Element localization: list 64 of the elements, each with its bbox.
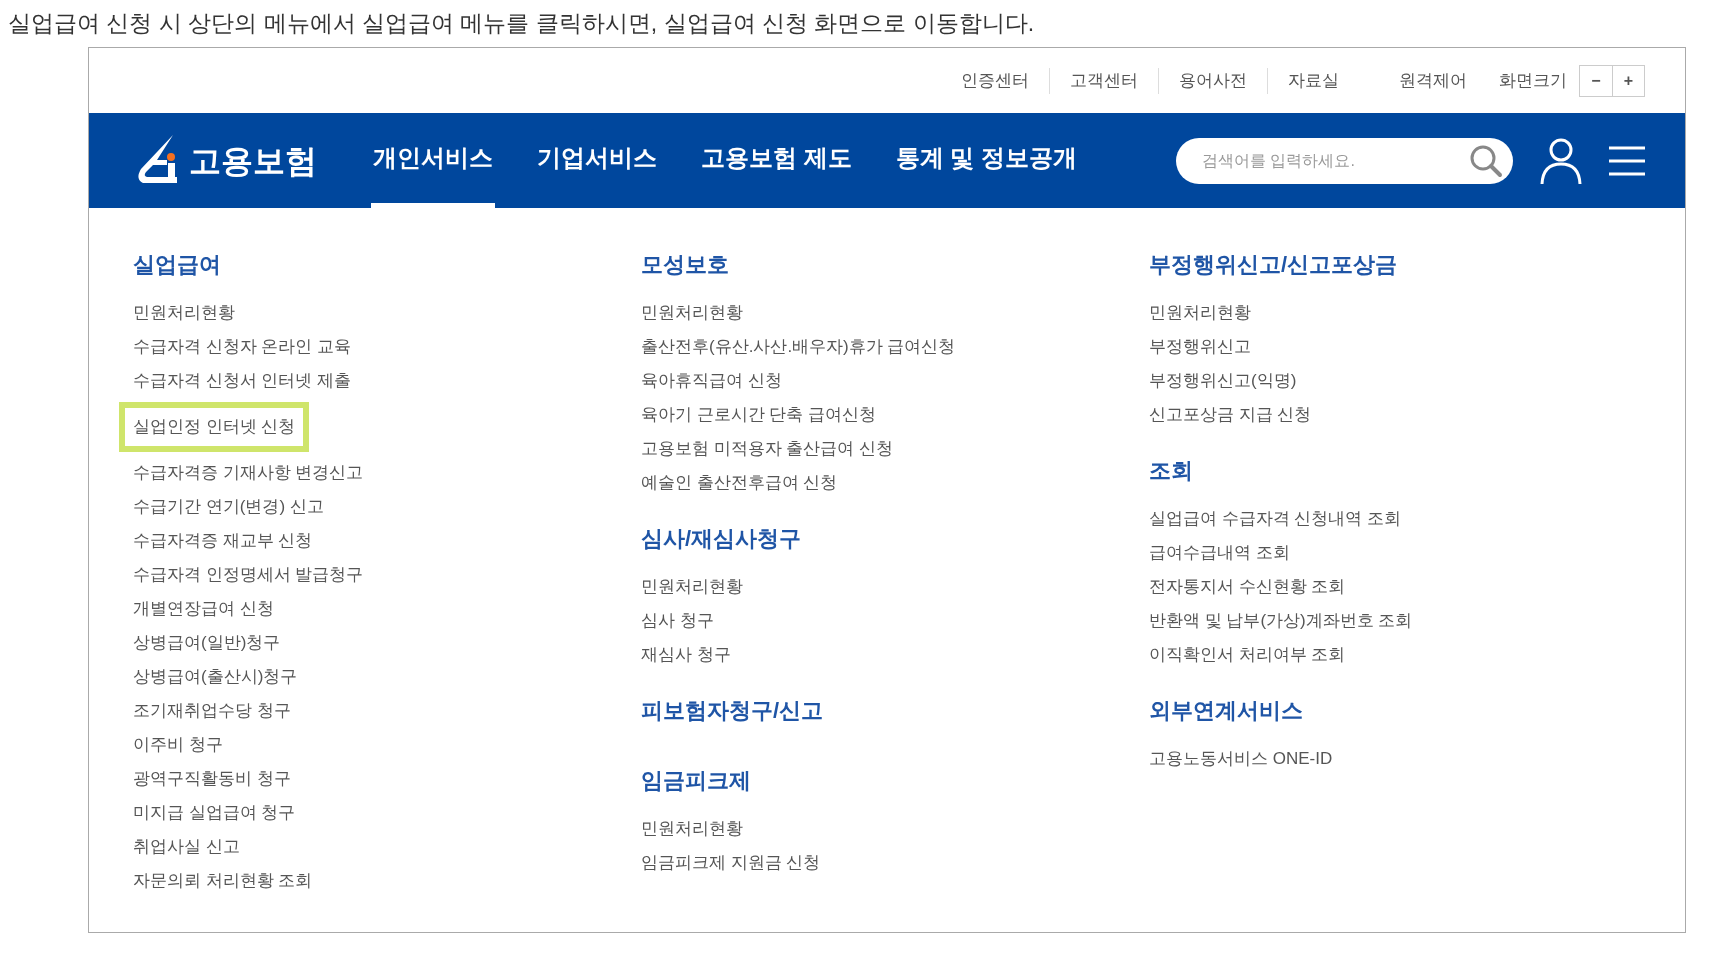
menu-item[interactable]: 민원처리현황 xyxy=(1149,296,1251,330)
menu-item[interactable]: 수급자격 신청자 온라인 교육 xyxy=(133,330,352,364)
utility-link[interactable]: 자료실 xyxy=(1268,67,1359,94)
user-icon[interactable] xyxy=(1539,136,1583,185)
menu-item[interactable]: 예술인 출산전후급여 신청 xyxy=(641,466,838,500)
zoom-in-button[interactable]: + xyxy=(1612,65,1644,96)
menu-section-title[interactable]: 모성보호 xyxy=(641,248,1149,288)
menu-item[interactable]: 이직확인서 처리여부 조회 xyxy=(1149,638,1346,672)
nav-tab[interactable]: 고용보험 제도 xyxy=(699,113,854,208)
menu-item[interactable]: 재심사 청구 xyxy=(641,638,731,672)
menu-item[interactable]: 개별연장급여 신청 xyxy=(133,592,274,626)
menu-item[interactable]: 심사 청구 xyxy=(641,604,714,638)
menu-item[interactable]: 수급자격 신청서 인터넷 제출 xyxy=(133,364,352,398)
menu-item[interactable]: 고용보험 미적용자 출산급여 신청 xyxy=(641,432,894,466)
nav-tab[interactable]: 통계 및 정보공개 xyxy=(893,113,1079,208)
menu-section-title[interactable]: 실업급여 xyxy=(133,248,641,288)
utility-link[interactable]: 원격제어 xyxy=(1379,67,1487,94)
caption-text: 실업급여 신청 시 상단의 메뉴에서 실업급여 메뉴를 클릭하시면, 실업급여 신청 화면으로 이동합니다. xyxy=(7,9,1036,38)
menu-item[interactable]: 실업급여 수급자격 신청내역 조회 xyxy=(1149,502,1402,536)
menu-item[interactable]: 민원처리현황 xyxy=(133,296,235,330)
nav-tab[interactable]: 기업서비스 xyxy=(535,113,659,208)
menu-item[interactable]: 미지급 실업급여 청구 xyxy=(133,796,296,830)
menu-item[interactable]: 고용노동서비스 ONE-ID xyxy=(1149,742,1333,776)
menu-item[interactable]: 민원처리현황 xyxy=(641,812,743,846)
menu-section-title[interactable]: 피보험자청구/신고 xyxy=(641,694,1149,734)
menu-item[interactable]: 부정행위신고 xyxy=(1149,330,1251,364)
nav-tab[interactable]: 개인서비스 xyxy=(371,113,495,208)
menu-item[interactable]: 상병급여(일반)청구 xyxy=(133,626,281,660)
menu-item[interactable]: 육아휴직급여 신청 xyxy=(641,364,782,398)
menu-item[interactable]: 수급자격증 기재사항 변경신고 xyxy=(133,456,364,490)
menu-item[interactable]: 조기재취업수당 청구 xyxy=(133,694,291,728)
menu-item[interactable]: 반환액 및 납부(가상)계좌번호 조회 xyxy=(1149,604,1413,638)
menu-item[interactable]: 취업사실 신고 xyxy=(133,830,240,864)
font-size-label: 화면크기 xyxy=(1499,69,1567,92)
menu-item[interactable]: 수급기간 연기(변경) 신고 xyxy=(133,490,324,524)
search-icon[interactable] xyxy=(1469,143,1503,178)
menu-item[interactable]: 광역구직활동비 청구 xyxy=(133,762,291,796)
menu-item[interactable]: 이주비 청구 xyxy=(133,728,223,762)
menu-item[interactable]: 신고포상금 지급 신청 xyxy=(1149,398,1312,432)
menu-item[interactable]: 실업인정 인터넷 신청 xyxy=(119,402,310,452)
search-field[interactable]: 검색어를 입력하세요. xyxy=(1176,137,1513,184)
menu-item[interactable]: 자문의뢰 처리현황 조회 xyxy=(133,864,313,898)
menu-icon[interactable] xyxy=(1609,144,1645,177)
menu-item[interactable]: 민원처리현황 xyxy=(641,296,743,330)
menu-item[interactable]: 임금피크제 지원금 신청 xyxy=(641,846,821,880)
utility-link[interactable]: 인증센터 xyxy=(941,67,1049,94)
menu-item[interactable]: 수급자격 인정명세서 발급청구 xyxy=(133,558,364,592)
menu-section-title[interactable]: 외부연계서비스 xyxy=(1149,694,1657,734)
logo-text: 고용보험 xyxy=(189,141,317,181)
utility-link[interactable]: 용어사전 xyxy=(1159,67,1267,94)
zoom-out-button[interactable]: − xyxy=(1580,65,1612,96)
menu-item[interactable]: 수급자격증 재교부 신청 xyxy=(133,524,313,558)
menu-section-title[interactable]: 임금피크제 xyxy=(641,764,1149,804)
utility-link[interactable]: 고객센터 xyxy=(1050,67,1158,94)
menu-section-title[interactable]: 조회 xyxy=(1149,454,1657,494)
menu-section-title[interactable]: 부정행위신고/신고포상금 xyxy=(1149,248,1657,288)
menu-item[interactable]: 육아기 근로시간 단축 급여신청 xyxy=(641,398,877,432)
menu-item[interactable]: 출산전후(유산.사산.배우자)휴가 급여신청 xyxy=(641,330,956,364)
menu-section-title[interactable]: 심사/재심사청구 xyxy=(641,522,1149,562)
menu-item[interactable]: 부정행위신고(익명) xyxy=(1149,364,1297,398)
menu-item[interactable]: 민원처리현황 xyxy=(641,570,743,604)
menu-item[interactable]: 전자통지서 수신현황 조회 xyxy=(1149,570,1346,604)
menu-item[interactable]: 급여수급내역 조회 xyxy=(1149,536,1290,570)
menu-item[interactable]: 상병급여(출산시)청구 xyxy=(133,660,298,694)
